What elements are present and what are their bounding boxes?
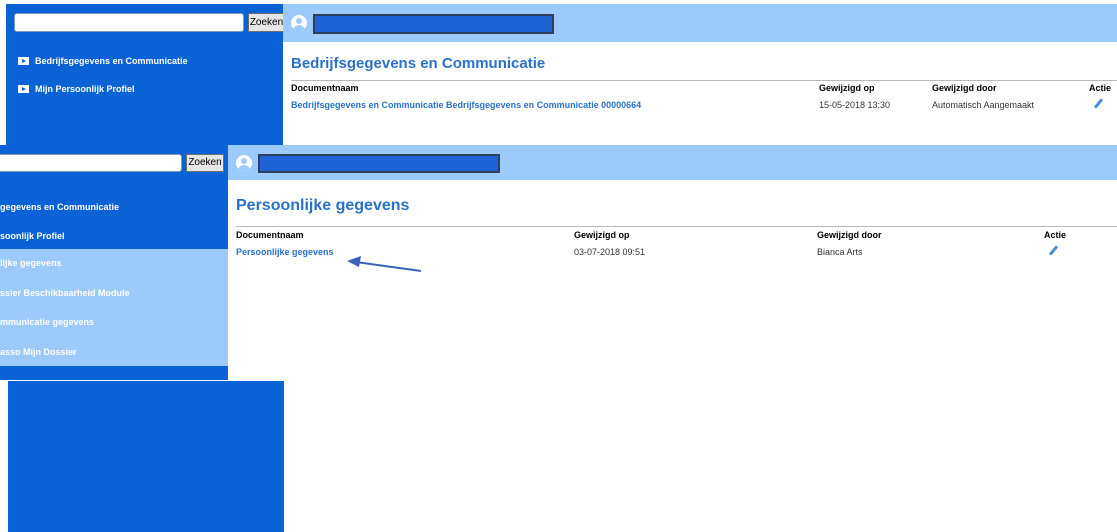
- sidebar-item-persoonlijke-gegevens[interactable]: lijke gegevens: [0, 258, 62, 268]
- user-icon[interactable]: [291, 15, 307, 31]
- table-cell-modified-by: Automatisch Aangemaakt: [932, 100, 1035, 110]
- page-title: Persoonlijke gegevens: [236, 197, 410, 214]
- search-input[interactable]: [14, 13, 244, 32]
- sidebar-item-mijn-dossier[interactable]: asso Mijn Dossier: [0, 347, 77, 357]
- search-button[interactable]: Zoeken: [248, 13, 285, 32]
- table-cell-modified-by: Bianca Arts: [817, 247, 863, 257]
- pencil-icon[interactable]: [1048, 245, 1059, 256]
- divider: [291, 80, 1117, 81]
- redacted-user-name: [258, 154, 500, 173]
- sidebar-item-persoonlijk-profiel[interactable]: Mijn Persoonlijk Profiel: [18, 84, 135, 94]
- divider: [236, 226, 1117, 227]
- sidebar: Zoeken Bedrijfsgegevens en Communicatie …: [6, 4, 285, 145]
- document-link[interactable]: Bedrijfsgegevens en Communicatie Bedrijf…: [291, 100, 641, 110]
- front-screenshot: Zoeken gegevens en Communicatie soonlijk…: [0, 145, 1117, 532]
- column-header-gewijzigd-door: Gewijzigd door: [817, 230, 882, 240]
- folder-icon: [18, 85, 29, 93]
- sidebar: Zoeken gegevens en Communicatie soonlijk…: [0, 145, 228, 380]
- table-cell-modified-on: 15-05-2018 13:30: [819, 100, 891, 110]
- sidebar-item-communicatie-gegevens[interactable]: mmunicatie gegevens: [0, 317, 94, 327]
- submenu: [0, 249, 228, 380]
- column-header-documentnaam: Documentnaam: [236, 230, 304, 240]
- sidebar-item-bedrijfsgegevens[interactable]: Bedrijfsgegevens en Communicatie: [18, 56, 188, 66]
- composite-screenshot: Zoeken Bedrijfsgegevens en Communicatie …: [0, 0, 1117, 532]
- redacted-user-name: [313, 14, 554, 34]
- sidebar-item-bedrijfsgegevens[interactable]: gegevens en Communicatie: [0, 202, 119, 212]
- search-input[interactable]: [0, 154, 182, 172]
- column-header-gewijzigd-op: Gewijzigd op: [574, 230, 630, 240]
- sidebar-item-dossier-beschikbaarheid[interactable]: ssier Beschikbaarheid Module: [0, 288, 130, 298]
- back-screenshot: Zoeken Bedrijfsgegevens en Communicatie …: [0, 0, 1117, 145]
- document-link[interactable]: Persoonlijke gegevens: [236, 247, 334, 257]
- sidebar-background: [8, 381, 284, 532]
- column-header-actie: Actie: [1044, 230, 1067, 240]
- sidebar-item-label: Mijn Persoonlijk Profiel: [35, 84, 135, 94]
- column-header-documentnaam: Documentnaam: [291, 83, 359, 93]
- top-bar: [283, 4, 1117, 42]
- search-button[interactable]: Zoeken: [186, 154, 224, 172]
- pencil-icon[interactable]: [1093, 98, 1104, 109]
- column-header-actie: Actie: [1089, 83, 1112, 93]
- sidebar-item-persoonlijk-profiel[interactable]: soonlijk Profiel: [0, 231, 65, 241]
- sidebar-footer: [0, 366, 228, 380]
- page-title: Bedrijfsgegevens en Communicatie: [291, 55, 546, 72]
- top-bar: [228, 145, 1117, 180]
- column-header-gewijzigd-op: Gewijzigd op: [819, 83, 875, 93]
- table-cell-modified-on: 03-07-2018 09:51: [574, 247, 646, 257]
- sidebar-item-label: Bedrijfsgegevens en Communicatie: [35, 56, 188, 66]
- user-icon[interactable]: [236, 155, 252, 171]
- column-header-gewijzigd-door: Gewijzigd door: [932, 83, 997, 93]
- folder-icon: [18, 57, 29, 65]
